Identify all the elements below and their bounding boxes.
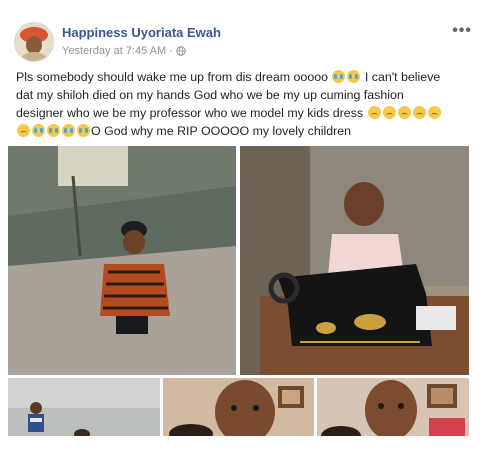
- crying-emoji-icon: [47, 124, 60, 137]
- sad-emoji-icon: [412, 106, 426, 119]
- facebook-post: Happiness Uyoriata Ewah Yesterday at 7:4…: [0, 0, 494, 460]
- photo-child-outdoor[interactable]: [8, 146, 236, 375]
- more-options-button[interactable]: •••: [452, 22, 472, 40]
- crying-emoji-icon: [77, 124, 90, 137]
- sad-emoji-icon: [382, 106, 396, 119]
- post-meta: Yesterday at 7:45 AM ·: [62, 45, 186, 57]
- sad-emoji-icon: [367, 106, 381, 119]
- crying-emoji-icon: [62, 124, 75, 137]
- sad-emoji-icon: [427, 106, 441, 119]
- post-text-line2: dat my shiloh died on my hands God who w…: [16, 88, 404, 102]
- author-avatar[interactable]: [14, 22, 54, 62]
- meta-separator: ·: [169, 45, 173, 57]
- post-text-line3: designer who we be my professor who we m…: [16, 106, 364, 120]
- sad-emoji-icon: [17, 124, 30, 137]
- crying-emoji-icon: [332, 70, 346, 83]
- photo-children-closeup[interactable]: [163, 378, 314, 436]
- photo-child-sewing-machine[interactable]: [240, 146, 469, 375]
- photo-child-playing[interactable]: [8, 378, 160, 436]
- post-timestamp[interactable]: Yesterday at 7:45 AM: [62, 45, 166, 57]
- post-text-line4: O God why me RIP OOOOO my lovely childre…: [91, 124, 352, 138]
- post-text: Pls somebody should wake me up from dis …: [16, 68, 476, 140]
- post-text-line1a: Pls somebody should wake me up from dis …: [16, 70, 328, 84]
- sad-emoji-icon: [397, 106, 411, 119]
- globe-icon[interactable]: [176, 46, 186, 56]
- post-text-line1b: I can't believe: [364, 70, 441, 84]
- crying-emoji-icon: [32, 124, 45, 137]
- photo-child-smiling[interactable]: [317, 378, 469, 436]
- author-name[interactable]: Happiness Uyoriata Ewah: [62, 25, 221, 40]
- crying-emoji-icon: [347, 70, 361, 83]
